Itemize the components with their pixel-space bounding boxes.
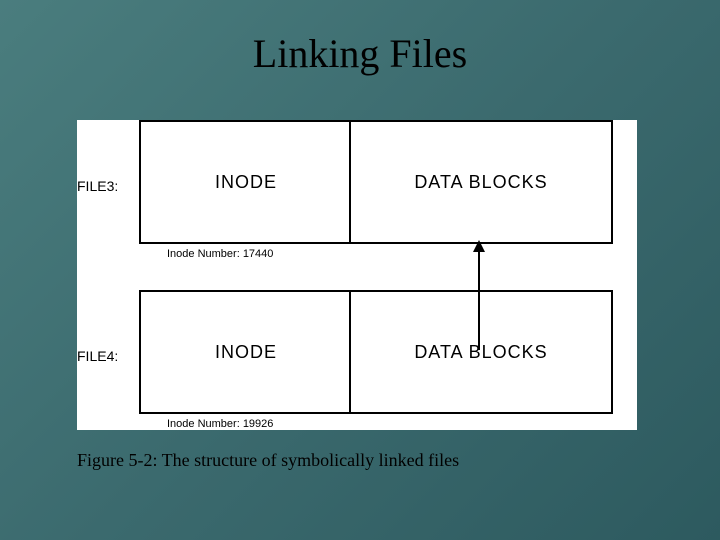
box-file3-inode: INODE <box>139 120 353 244</box>
label-file4: FILE4: <box>77 348 118 364</box>
slide-title: Linking Files <box>0 30 720 77</box>
caption-inode4: Inode Number: 19926 <box>167 418 273 430</box>
caption-inode3: Inode Number: 17440 <box>167 248 273 260</box>
arrow-head-icon <box>473 240 485 252</box>
label-file3: FILE3: <box>77 178 118 194</box>
arrow-line <box>478 252 480 350</box>
slide: Linking Files FILE3: INODE DATA BLOCKS I… <box>0 0 720 540</box>
box-file3-datablocks: DATA BLOCKS <box>349 120 613 244</box>
box-file4-inode: INODE <box>139 290 353 414</box>
box-file4-datablocks: DATA BLOCKS <box>349 290 613 414</box>
figure-caption: Figure 5-2: The structure of symbolicall… <box>77 450 459 471</box>
figure-area: FILE3: INODE DATA BLOCKS Inode Number: 1… <box>77 120 637 430</box>
